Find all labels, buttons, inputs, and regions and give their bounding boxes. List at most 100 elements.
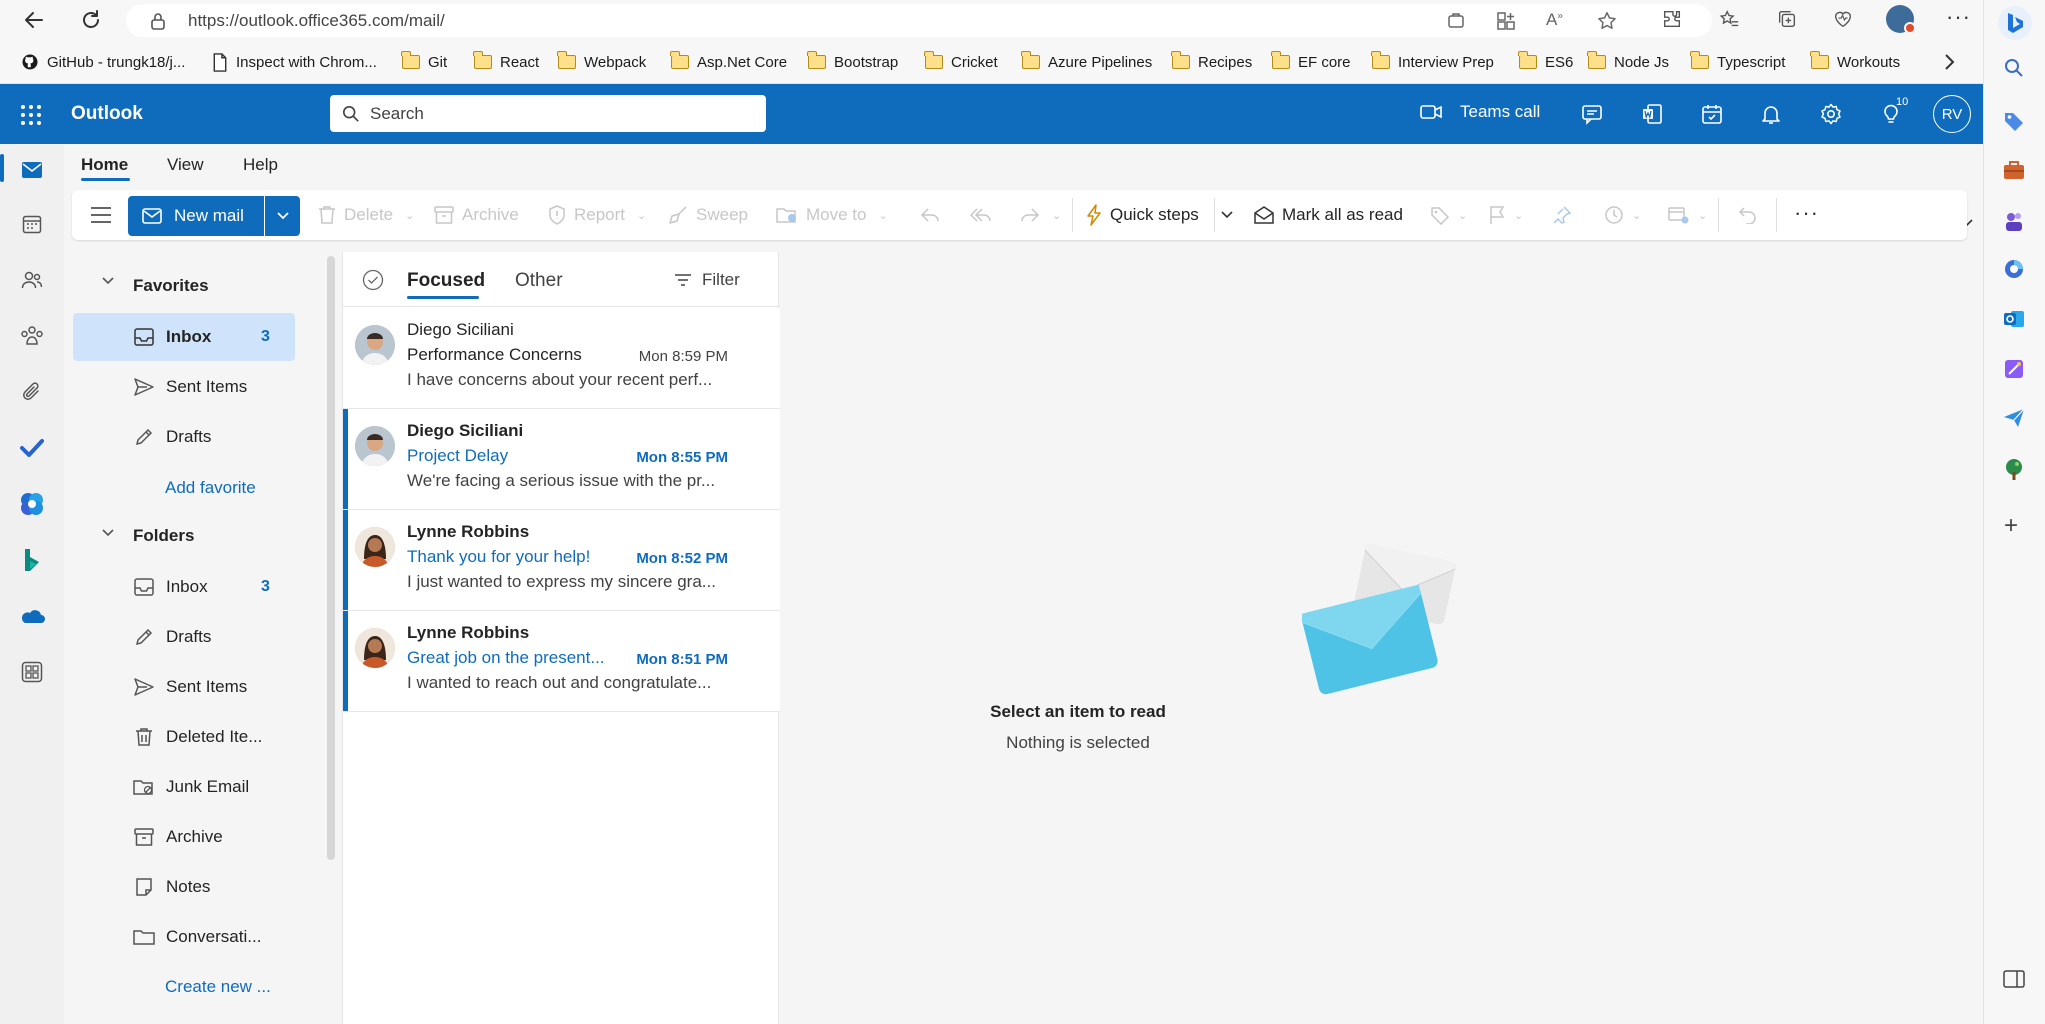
chevron-down-icon[interactable] (101, 276, 115, 286)
bookmark-item[interactable]: Cricket (924, 40, 998, 84)
read-aloud-icon[interactable]: A» (1546, 10, 1563, 30)
office-word-icon[interactable] (1640, 102, 1664, 126)
calendar-icon[interactable] (18, 210, 46, 238)
new-mail-button[interactable]: New mail (128, 196, 264, 236)
extensions-grid-icon[interactable] (1496, 11, 1516, 31)
bell-icon[interactable] (1759, 102, 1783, 126)
filter-button[interactable]: Filter (674, 270, 740, 290)
more-menu-icon[interactable]: ··· (1946, 4, 1971, 30)
attachment-icon[interactable] (18, 378, 46, 406)
browser-essentials-icon[interactable] (1832, 8, 1854, 30)
my-day-icon[interactable] (1700, 102, 1724, 126)
hamburger-menu-icon[interactable] (90, 205, 112, 225)
pin-button[interactable] (1552, 190, 1572, 240)
teams-call-button[interactable]: Teams call (1420, 102, 1540, 122)
flag-button[interactable]: ⌄ (1488, 190, 1523, 240)
bookmark-item[interactable]: Git (401, 40, 447, 84)
more-apps-icon[interactable] (18, 658, 46, 686)
message-item[interactable]: Lynne Robbins Great job on the present..… (343, 611, 780, 712)
folder-pane-scrollbar[interactable] (327, 256, 335, 860)
message-item[interactable]: Diego Siciliani Performance Concerns Mon… (343, 308, 780, 409)
folder-junk-email[interactable]: Junk Email (73, 763, 295, 811)
snooze-button[interactable]: ⌄ (1604, 190, 1641, 240)
address-bar[interactable]: https://outlook.office365.com/mail/ A» (126, 4, 1712, 37)
archive-button[interactable]: Archive (434, 190, 519, 240)
categorize-button[interactable]: ⌄ (1430, 190, 1467, 240)
move-to-button[interactable]: Move to ⌄ (776, 190, 888, 240)
games-icon[interactable] (2003, 210, 2025, 232)
shopping-tag-icon[interactable] (2003, 110, 2025, 132)
bookmark-item[interactable]: Node Js (1587, 40, 1669, 84)
mail-icon[interactable] (18, 156, 46, 184)
forward-button[interactable] (1020, 190, 1040, 240)
todo-check-icon[interactable] (18, 434, 46, 462)
bookmark-item[interactable]: Typescript (1690, 40, 1785, 84)
bookmark-item[interactable]: Recipes (1171, 40, 1252, 84)
tab-other[interactable]: Other (515, 270, 563, 292)
favorite-sent-items[interactable]: Sent Items (73, 363, 295, 411)
refresh-icon[interactable] (79, 8, 103, 32)
bookmark-item[interactable]: Azure Pipelines (1021, 40, 1152, 84)
create-new-folder-link[interactable]: Create new ... (165, 977, 271, 997)
bookmark-item[interactable]: Workouts (1810, 40, 1900, 84)
bookmark-item[interactable]: EF core (1271, 40, 1351, 84)
mark-all-read-button[interactable]: Mark all as read (1254, 190, 1403, 240)
favorite-inbox[interactable]: Inbox 3 (73, 313, 295, 361)
chevron-down-icon[interactable]: ⌄ (1052, 190, 1061, 240)
folders-header[interactable]: Folders (133, 526, 194, 546)
tab-help[interactable]: Help (243, 155, 278, 175)
chevron-down-icon[interactable] (101, 528, 115, 538)
folder-deleted-items[interactable]: Deleted Ite... (73, 713, 295, 761)
new-mail-dropdown[interactable] (265, 196, 300, 236)
more-options-icon[interactable]: ··· (1794, 200, 1819, 226)
quick-steps-dropdown[interactable] (1220, 210, 1234, 220)
bookmark-item[interactable]: Webpack (557, 40, 646, 84)
bookmark-item[interactable]: Asp.Net Core (670, 40, 787, 84)
user-avatar[interactable]: RV (1933, 95, 1971, 133)
people-icon[interactable] (18, 266, 46, 294)
folder-sent-items[interactable]: Sent Items (73, 663, 295, 711)
chat-icon[interactable] (1580, 102, 1604, 126)
report-button[interactable]: Report ⌄ (548, 190, 646, 240)
collections-icon[interactable] (1776, 8, 1798, 30)
reply-all-button[interactable] (970, 190, 992, 240)
bookmark-item[interactable]: GitHub - trungk18/j... (21, 40, 185, 84)
folder-drafts[interactable]: Drafts (73, 613, 295, 661)
tools-briefcase-icon[interactable] (2003, 160, 2025, 180)
bing-copilot-icon[interactable] (1998, 6, 2032, 40)
folder-notes[interactable]: Notes (73, 863, 295, 911)
favorite-drafts[interactable]: Drafts (73, 413, 295, 461)
bookmark-item[interactable]: Bootstrap (807, 40, 898, 84)
sidebar-toggle-icon[interactable] (2003, 970, 2025, 988)
bookmark-item[interactable]: ES6 (1518, 40, 1573, 84)
search-input[interactable]: Search (330, 95, 766, 132)
folder-conversation-history[interactable]: Conversati... (73, 913, 295, 961)
drop-paper-plane-icon[interactable] (2003, 408, 2025, 428)
reply-button[interactable] (920, 190, 940, 240)
tree-icon[interactable] (2004, 458, 2024, 480)
microsoft-365-icon[interactable] (18, 490, 46, 518)
microsoft-365-icon[interactable] (2003, 258, 2025, 280)
back-icon[interactable] (22, 8, 46, 32)
bookmark-item[interactable]: Interview Prep (1371, 40, 1494, 84)
quick-steps-button[interactable]: Quick steps (1086, 190, 1199, 240)
settings-gear-icon[interactable] (1819, 102, 1843, 126)
folder-inbox[interactable]: Inbox 3 (73, 563, 295, 611)
outlook-icon[interactable] (2003, 308, 2025, 330)
bookmark-item[interactable]: Inspect with Chrom... (212, 40, 377, 84)
add-plus-icon[interactable]: + (2004, 512, 2018, 540)
bookings-icon[interactable] (18, 546, 46, 574)
search-icon[interactable] (2004, 58, 2024, 78)
rules-button[interactable]: ⌄ (1668, 190, 1707, 240)
app-launcher-icon[interactable] (20, 104, 42, 126)
app-title[interactable]: Outlook (71, 103, 143, 125)
onedrive-icon[interactable] (18, 602, 46, 630)
bookmark-item[interactable]: React (473, 40, 539, 84)
tab-view[interactable]: View (167, 155, 204, 175)
groups-icon[interactable] (18, 322, 46, 350)
undo-button[interactable] (1738, 190, 1758, 240)
delete-button[interactable]: Delete ⌄ (318, 190, 414, 240)
profile-avatar[interactable] (1886, 5, 1916, 34)
add-favorite-link[interactable]: Add favorite (165, 478, 256, 498)
app-available-icon[interactable] (1446, 11, 1466, 31)
